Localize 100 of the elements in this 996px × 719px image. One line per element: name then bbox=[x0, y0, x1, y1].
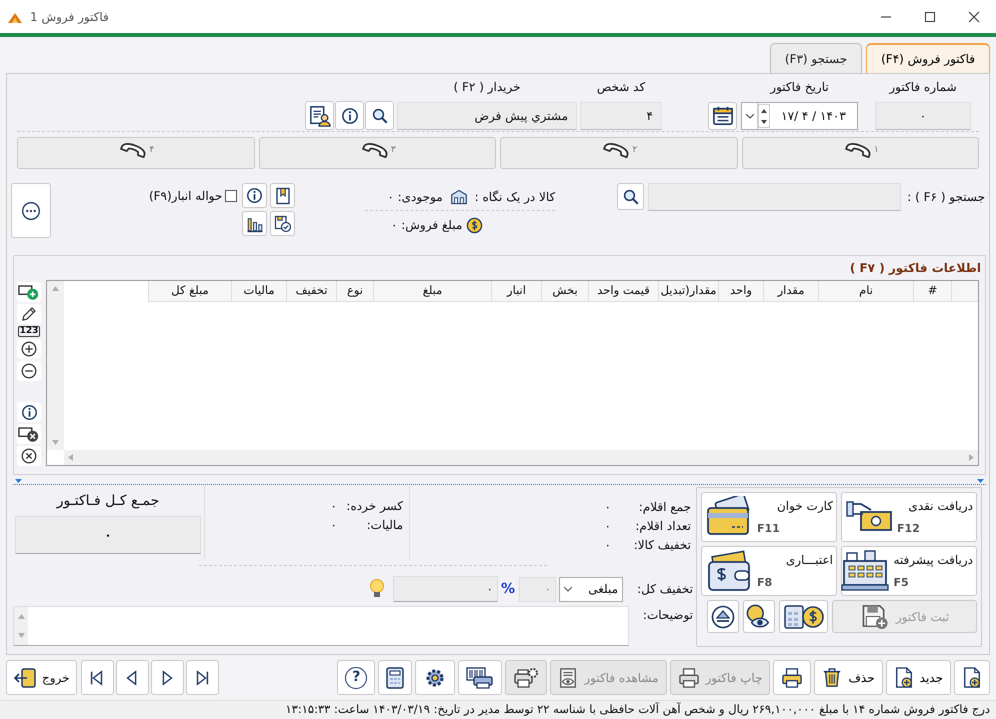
column-header[interactable]: مالیات bbox=[231, 281, 286, 302]
subtract-button[interactable] bbox=[17, 361, 41, 381]
summary-value: ۰ bbox=[604, 498, 611, 516]
warehouse-transfer-checkbox[interactable]: حواله انبار(F۹) bbox=[148, 183, 238, 208]
add-row-button[interactable] bbox=[17, 282, 41, 302]
field-label: تاریخ فاکتور bbox=[768, 79, 830, 96]
spin-buttons[interactable] bbox=[758, 104, 770, 128]
plus-circle-icon bbox=[20, 340, 38, 358]
horizontal-scrollbar[interactable] bbox=[64, 450, 978, 465]
document-add-icon bbox=[894, 666, 914, 688]
summary-label: جمع اقلام: bbox=[638, 498, 691, 516]
exit-door-icon bbox=[13, 666, 37, 688]
product-glance-label: کالا در یک نگاه : bbox=[474, 188, 556, 206]
exit-button[interactable]: خروج bbox=[6, 660, 77, 695]
info-button[interactable] bbox=[17, 402, 41, 422]
invoice-number-field[interactable]: ۰ bbox=[875, 102, 971, 130]
info-icon bbox=[246, 187, 264, 204]
splitter-bar[interactable] bbox=[13, 479, 986, 485]
new-document-button[interactable] bbox=[954, 660, 990, 695]
phone-button[interactable]: ۱ bbox=[742, 137, 979, 169]
person-code-field[interactable]: ۴ bbox=[580, 102, 662, 130]
search-button[interactable] bbox=[617, 183, 644, 210]
document-eye-icon bbox=[558, 666, 578, 688]
bookmark-button[interactable] bbox=[270, 183, 296, 208]
coin-view-button[interactable] bbox=[743, 600, 775, 633]
scroll-up-icon bbox=[52, 286, 59, 291]
chevron-down-icon bbox=[746, 114, 754, 118]
navigation-button[interactable] bbox=[186, 660, 219, 695]
status-text: درج فاکتور فروش شماره ۱۴ با مبلغ ۲۶۹,۱۰۰,۰۰۰ ریال و شخص آهن آلات حافظی با شناسه ۲۲ توسط مدیر در تاریخ: ۱۴۰۳/۰۳/۱۹ ساعت: ۱۳:۱۵:۳۳ bbox=[285, 701, 990, 718]
column-header[interactable]: مبلغ bbox=[373, 281, 491, 302]
date-field[interactable]: ۱۷/ ۴ / ۱۴۰۳ bbox=[741, 102, 858, 130]
info-button[interactable] bbox=[242, 183, 268, 208]
summary-value: ۰ bbox=[330, 498, 337, 514]
edit-button[interactable] bbox=[17, 304, 41, 324]
eject-button[interactable] bbox=[707, 600, 739, 633]
remove-row-button[interactable] bbox=[17, 424, 41, 444]
vertical-scrollbar[interactable] bbox=[14, 607, 28, 645]
eject-icon bbox=[711, 604, 735, 628]
search-icon bbox=[622, 188, 640, 206]
phone-button[interactable]: ۳ bbox=[258, 137, 496, 169]
column-header[interactable]: تخفیف bbox=[286, 281, 336, 302]
notes-field[interactable] bbox=[13, 606, 629, 646]
column-header[interactable]: نام bbox=[818, 281, 913, 302]
sale-amount-text: مبلغ فروش: ۰ bbox=[390, 217, 462, 234]
scroll-up-icon bbox=[18, 614, 24, 619]
printer-gear-icon bbox=[513, 666, 540, 688]
search-field[interactable] bbox=[648, 183, 902, 211]
column-header[interactable]: نوع bbox=[336, 281, 373, 302]
chevron-down-icon bbox=[564, 586, 572, 592]
phone-button[interactable]: ۴ bbox=[17, 137, 254, 169]
navigation-button[interactable] bbox=[150, 660, 184, 695]
field-label: کد شخص bbox=[596, 79, 646, 96]
stock-text: موجودی: ۰ bbox=[387, 188, 443, 206]
numbering-button[interactable]: 123 bbox=[18, 326, 40, 337]
settings-button[interactable] bbox=[415, 660, 456, 695]
document-add-icon bbox=[962, 666, 982, 688]
vertical-scrollbar[interactable] bbox=[47, 281, 64, 450]
barcode-printer-icon bbox=[466, 666, 494, 688]
discount-amount-field[interactable]: ۰ bbox=[392, 576, 498, 602]
spin-down-icon bbox=[761, 120, 767, 124]
column-header[interactable]: مقدار bbox=[763, 281, 818, 302]
navigation-button[interactable] bbox=[80, 660, 114, 695]
print-button[interactable] bbox=[773, 660, 812, 695]
column-header[interactable]: قیمت واحد bbox=[588, 281, 658, 302]
barcode-print-button[interactable] bbox=[458, 660, 502, 695]
clear-circle-icon bbox=[20, 447, 38, 465]
tab[interactable]: جستجو (F۳) bbox=[770, 43, 862, 73]
new-button[interactable]: جدید bbox=[886, 660, 951, 695]
help-button[interactable]: ? bbox=[337, 660, 376, 695]
customer-card-button[interactable] bbox=[305, 101, 334, 130]
column-header[interactable]: مبلغ کل bbox=[148, 281, 231, 302]
tab[interactable]: فاکتور فروش (F۴) bbox=[866, 43, 990, 73]
column-header[interactable]: بخش bbox=[541, 281, 588, 302]
column-header[interactable]: انبار bbox=[491, 281, 541, 302]
section-title: اطلاعات فاکتور ( F۷ ) bbox=[850, 260, 981, 277]
buyer-field[interactable]: مشتري پيش فرض bbox=[397, 102, 577, 130]
column-header[interactable]: واحد bbox=[718, 281, 763, 302]
window-title: فاکتور فروش 1 bbox=[30, 8, 109, 26]
summary-label: تخفیف کالا: bbox=[632, 536, 691, 554]
add-button[interactable] bbox=[17, 339, 41, 359]
phone-button[interactable]: ۲ bbox=[500, 137, 738, 169]
navigation-button[interactable] bbox=[116, 660, 149, 695]
floppy-add-icon bbox=[860, 604, 890, 630]
add-row-icon bbox=[18, 283, 40, 301]
calculator-button[interactable] bbox=[378, 660, 412, 695]
spin-up-icon bbox=[761, 108, 767, 112]
delete-button[interactable]: حذف bbox=[814, 660, 883, 695]
trash-icon bbox=[822, 666, 842, 688]
discount-type-select[interactable]: مبلغی bbox=[559, 576, 623, 602]
chart-button[interactable] bbox=[242, 211, 268, 236]
summary-label: مالیات: bbox=[366, 516, 403, 534]
column-header[interactable]: مقدار(تبدیل bbox=[658, 281, 718, 302]
calendar-button[interactable] bbox=[708, 102, 737, 130]
check-button[interactable] bbox=[270, 211, 296, 236]
more-button[interactable] bbox=[11, 183, 51, 238]
calculator-coin-button[interactable] bbox=[779, 600, 828, 633]
info-button[interactable] bbox=[335, 101, 364, 130]
column-header[interactable]: # bbox=[913, 281, 951, 302]
search-button[interactable] bbox=[365, 101, 394, 130]
clear-button[interactable] bbox=[17, 446, 41, 466]
